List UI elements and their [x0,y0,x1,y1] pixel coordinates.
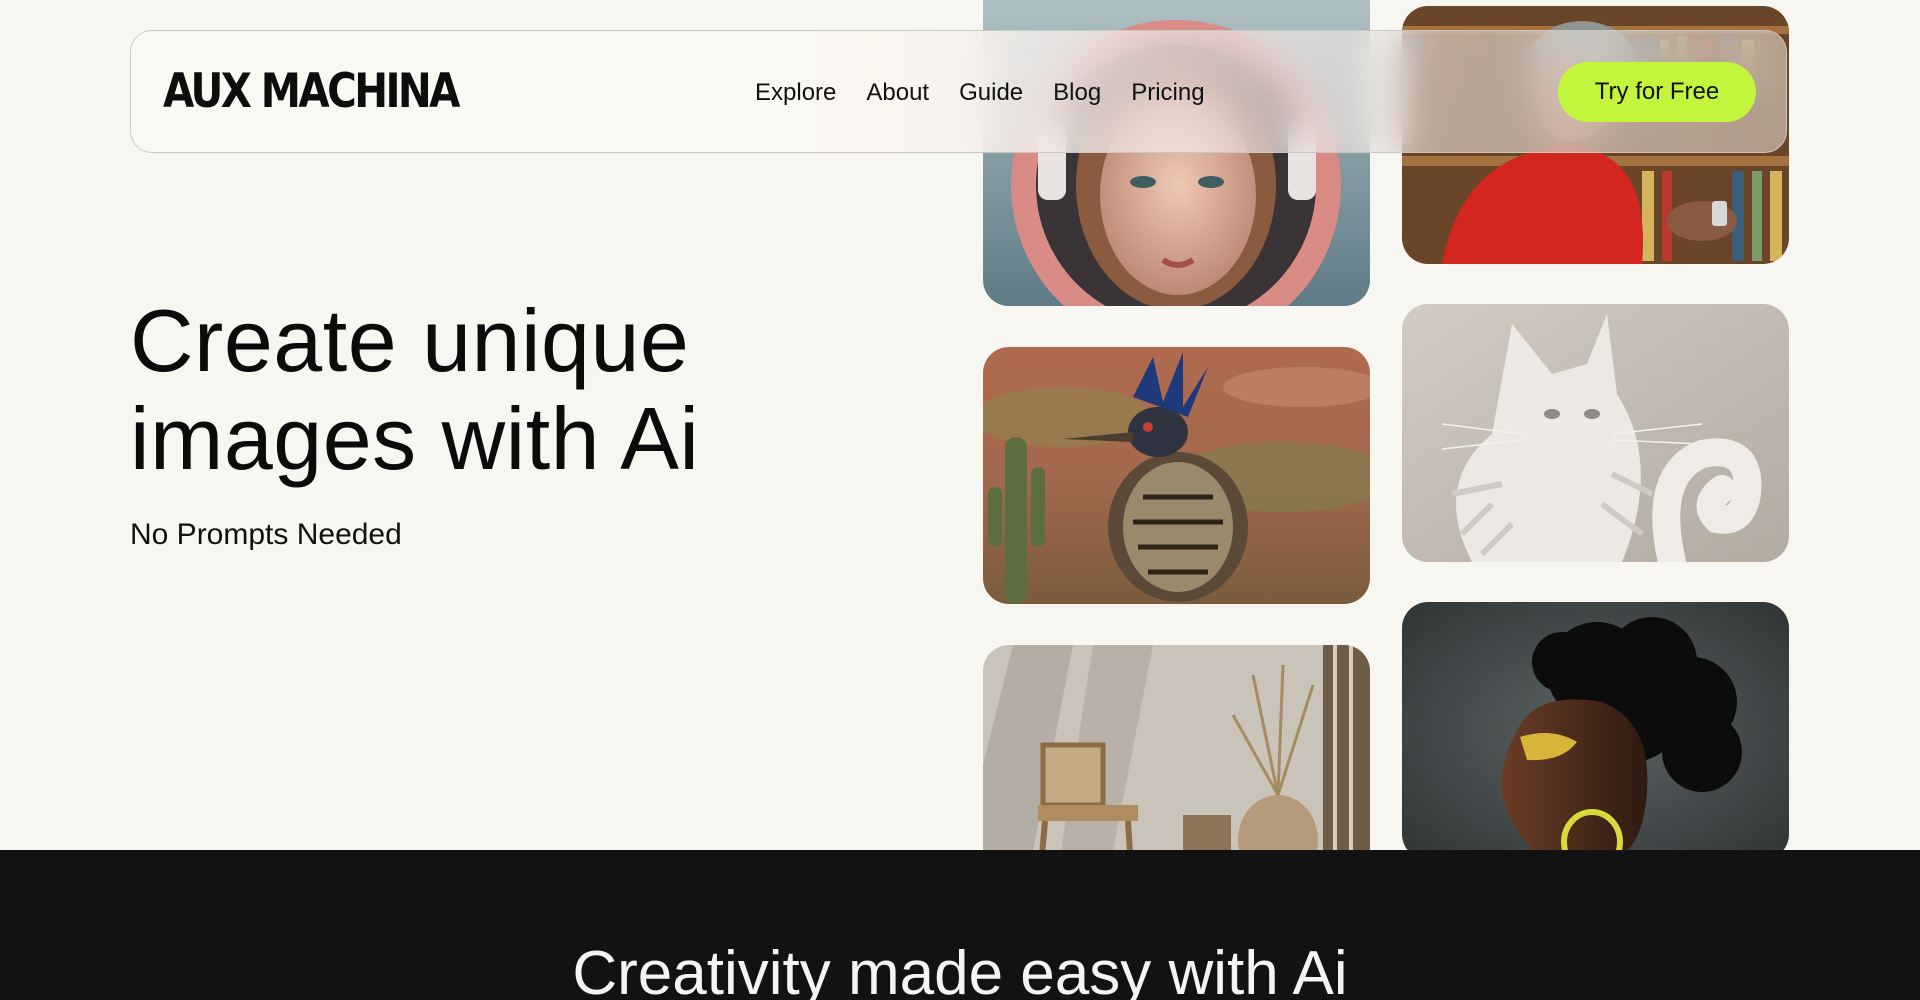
portrait-image [1402,602,1789,850]
brand-logo[interactable]: AUX MACHINA [163,64,460,120]
hero-title-line-2: images with Ai [130,389,700,488]
site-header: AUX MACHINA Explore About Guide Blog Pri… [130,30,1787,153]
hero-subtitle: No Prompts Needed [130,518,402,551]
gallery-image-portrait[interactable] [1402,602,1789,850]
nav-link-blog[interactable]: Blog [1053,79,1101,107]
section-title: Creativity made easy with Ai [572,939,1348,1000]
try-for-free-button[interactable]: Try for Free [1558,62,1756,122]
paper-cat-image [1402,304,1789,562]
nav-link-pricing[interactable]: Pricing [1131,79,1204,107]
main-nav: Explore About Guide Blog Pricing [755,31,1205,154]
nav-link-explore[interactable]: Explore [755,79,836,107]
interior-image [983,645,1370,850]
roadrunner-image [983,347,1370,604]
landing-page: AUX MACHINA Explore About Guide Blog Pri… [0,0,1920,1000]
gallery-image-roadrunner[interactable] [983,347,1370,604]
nav-link-about[interactable]: About [866,79,929,107]
gallery-image-interior[interactable] [983,645,1370,850]
hero-title: Create unique images with Ai [130,292,930,488]
nav-link-guide[interactable]: Guide [959,79,1023,107]
hero-title-line-1: Create unique [130,291,690,390]
gallery-image-paper-cat[interactable] [1402,304,1789,562]
features-section: Creativity made easy with Ai [0,850,1920,1000]
